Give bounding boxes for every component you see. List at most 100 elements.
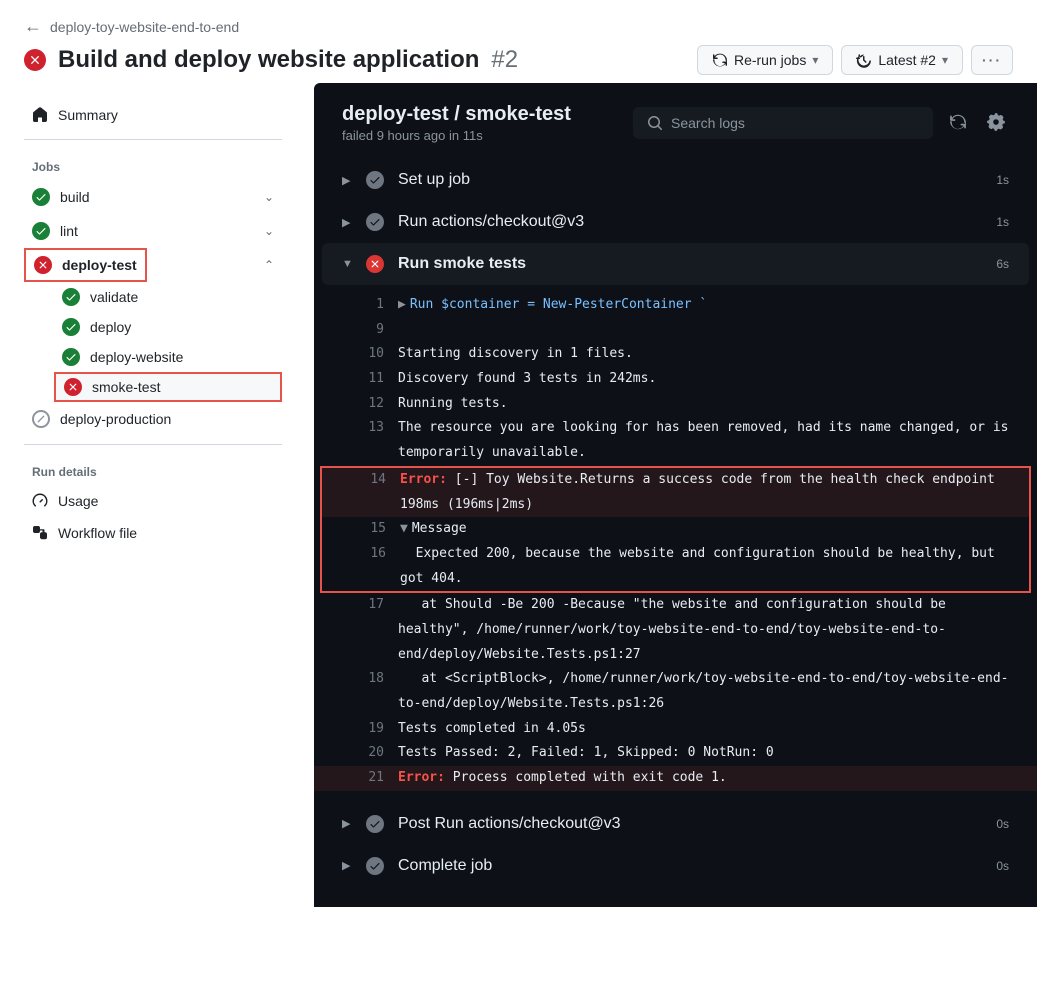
search-placeholder: Search logs [671,115,745,131]
jobs-heading: Jobs [24,148,282,180]
summary-label: Summary [58,107,118,123]
rerun-label: Re-run jobs [734,52,806,68]
caret-down-icon: ▼ [342,258,352,270]
job-label: deploy-production [60,411,171,427]
chevron-down-icon: ▾ [812,53,818,67]
kebab-menu-button[interactable]: ··· [971,45,1013,75]
subjob-deploy[interactable]: deploy [54,312,282,342]
fail-icon [64,378,82,396]
usage-link[interactable]: Usage [24,485,282,517]
chevron-up-icon: ⌃ [264,258,282,272]
success-dark-icon [366,857,384,875]
step-label: Set up job [398,171,470,189]
log-line-error[interactable]: 14Error: [-] Toy Website.Returns a succe… [322,468,1029,517]
log-line[interactable]: 19Tests completed in 4.05s [314,717,1037,742]
subjob-smoke-test[interactable]: smoke-test [54,372,282,402]
log-line-error[interactable]: 21Error: Process completed with exit cod… [314,766,1037,791]
success-dark-icon [366,815,384,833]
log-panel: deploy-test / smoke-test failed 9 hours … [314,83,1037,907]
kebab-icon: ··· [982,52,1002,68]
log-line[interactable]: 1▶Run $container = New-PesterContainer ` [314,293,1037,318]
search-icon [647,115,663,131]
step-label: Run actions/checkout@v3 [398,213,584,231]
step-complete-job[interactable]: ▶ Complete job 0s [314,845,1037,887]
subjob-label: validate [90,289,138,305]
job-title: deploy-test / smoke-test [342,103,571,126]
success-dark-icon [366,171,384,189]
log-line[interactable]: 17 at Should -Be 200 -Because "the websi… [314,593,1037,667]
step-time: 1s [996,215,1009,229]
log-line[interactable]: 10Starting discovery in 1 files. [314,342,1037,367]
chevron-down-icon: ⌄ [264,190,274,204]
log-output: 1▶Run $container = New-PesterContainer `… [314,285,1037,803]
success-icon [62,348,80,366]
caret-right-icon: ▶ [342,859,352,872]
job-build[interactable]: build ⌄ [24,180,282,214]
step-label: Run smoke tests [398,255,526,273]
workflow-file-link[interactable]: Workflow file [24,517,282,549]
step-time: 0s [996,817,1009,831]
job-label: deploy-test [62,257,137,273]
step-time: 0s [996,859,1009,873]
settings-button[interactable] [983,109,1009,138]
job-deploy-production[interactable]: deploy-production [24,402,282,436]
refresh-button[interactable] [945,109,971,138]
home-icon [32,107,48,123]
status-fail-icon [24,49,46,71]
fail-icon [34,256,52,274]
job-deploy-test[interactable]: deploy-test ⌃ [24,248,282,282]
caret-right-icon: ▶ [342,216,352,229]
step-checkout[interactable]: ▶ Run actions/checkout@v3 1s [314,201,1037,243]
step-setup-job[interactable]: ▶ Set up job 1s [314,159,1037,201]
step-smoke-tests[interactable]: ▼ Run smoke tests 6s [322,243,1029,285]
summary-link[interactable]: Summary [24,99,282,131]
step-label: Post Run actions/checkout@v3 [398,815,621,833]
log-line[interactable]: 9 [314,318,1037,343]
back-arrow-icon[interactable]: ← [24,16,42,37]
usage-label: Usage [58,493,98,509]
log-line[interactable]: 20Tests Passed: 2, Failed: 1, Skipped: 0… [314,741,1037,766]
subjob-label: smoke-test [92,379,160,395]
success-icon [62,318,80,336]
run-title: Build and deploy website application [58,46,479,74]
job-lint[interactable]: lint ⌄ [24,214,282,248]
step-time: 6s [996,257,1009,271]
chevron-down-icon: ▾ [942,53,948,67]
skip-icon [32,410,50,428]
log-line[interactable]: 12Running tests. [314,392,1037,417]
log-line[interactable]: 11Discovery found 3 tests in 242ms. [314,367,1037,392]
latest-attempt-button[interactable]: Latest #2 ▾ [841,45,963,75]
success-icon [32,188,50,206]
breadcrumb-workflow[interactable]: deploy-toy-website-end-to-end [50,19,239,35]
meter-icon [32,493,48,509]
log-line[interactable]: 18 at <ScriptBlock>, /home/runner/work/t… [314,667,1037,716]
workflow-icon [32,525,48,541]
job-label: lint [60,223,78,239]
subjob-deploy-website[interactable]: deploy-website [54,342,282,372]
log-line[interactable]: 16 Expected 200, because the website and… [322,542,1029,591]
sync-icon [712,52,728,68]
fail-icon [366,255,384,273]
caret-right-icon: ▶ [342,817,352,830]
log-line[interactable]: 13The resource you are looking for has b… [314,416,1037,465]
rerun-jobs-button[interactable]: Re-run jobs ▾ [697,45,833,75]
run-number: #2 [491,46,518,74]
log-line[interactable]: 15▼Message [322,517,1029,542]
success-icon [62,288,80,306]
workflow-file-label: Workflow file [58,525,137,541]
success-dark-icon [366,213,384,231]
job-subtitle: failed 9 hours ago in 11s [342,128,571,143]
step-post-checkout[interactable]: ▶ Post Run actions/checkout@v3 0s [314,803,1037,845]
chevron-down-icon: ⌄ [264,224,274,238]
step-label: Complete job [398,857,492,875]
subjob-label: deploy [90,319,131,335]
history-icon [856,52,872,68]
subjob-validate[interactable]: validate [54,282,282,312]
latest-label: Latest #2 [878,52,936,68]
job-label: build [60,189,90,205]
sidebar: Summary Jobs build ⌄ lint ⌄ deploy-test … [0,83,290,907]
step-time: 1s [996,173,1009,187]
search-logs-input[interactable]: Search logs [633,107,933,139]
subjob-label: deploy-website [90,349,183,365]
caret-right-icon: ▶ [342,174,352,187]
